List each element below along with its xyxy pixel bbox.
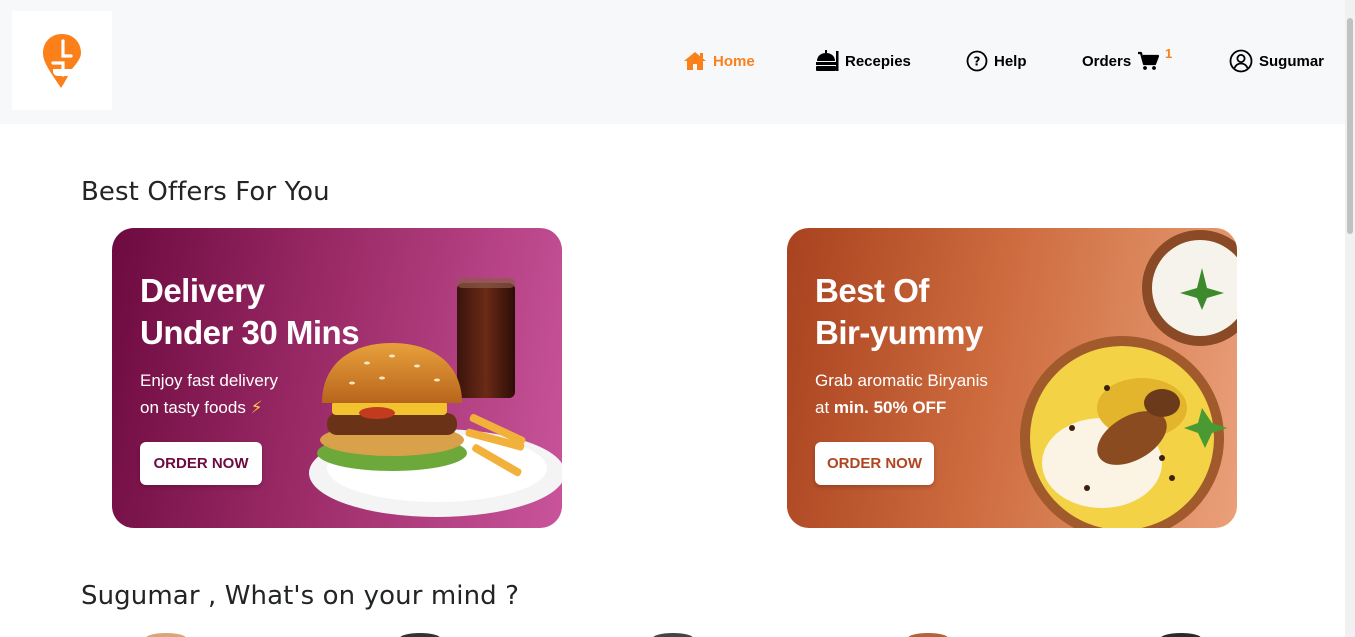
offer-1-sub-line2: on tasty foods: [140, 398, 246, 417]
offers-title: Best Offers For You: [81, 177, 330, 207]
offer-1-subtitle: Enjoy fast delivery on tasty foods ⚡: [140, 367, 278, 421]
nav-home-label: Home: [713, 52, 755, 70]
offer-1-headline-line1: Delivery: [140, 272, 265, 309]
offer-card-biryani[interactable]: Best Of Bir-yummy Grab aromatic Biryanis…: [787, 228, 1237, 528]
header: Home Recepies ? Help Orders 1 Sugumar: [0, 0, 1345, 124]
order-now-button-biryani[interactable]: ORDER NOW: [815, 442, 934, 485]
scrollbar-thumb[interactable]: [1347, 18, 1353, 234]
page: Home Recepies ? Help Orders 1 Sugumar Be…: [0, 0, 1355, 637]
biryani-and-raita-illustration: [1020, 230, 1237, 528]
offer-2-headline-line1: Best Of: [815, 272, 929, 309]
cart-icon: [1138, 51, 1160, 70]
order-now-button-delivery[interactable]: ORDER NOW: [140, 442, 262, 485]
offer-2-sub-line2-prefix: at: [815, 398, 834, 417]
nav-recipes[interactable]: Recepies: [815, 50, 911, 72]
home-icon: [684, 52, 706, 70]
offer-1-headline: Delivery Under 30 Mins: [140, 270, 360, 354]
whats-on-your-mind-title: Sugumar , What's on your mind ?: [81, 581, 520, 611]
lightning-icon: ⚡: [250, 398, 263, 417]
category-thumb[interactable]: [400, 633, 440, 637]
nav-user-label: Sugumar: [1259, 52, 1325, 70]
category-thumb[interactable]: [1161, 633, 1201, 637]
nav-recipes-label: Recepies: [845, 52, 911, 70]
vertical-scrollbar[interactable]: [1345, 0, 1355, 637]
category-thumb[interactable]: [146, 633, 186, 637]
category-thumb[interactable]: [908, 633, 948, 637]
swiggy-logo-icon: [43, 33, 81, 88]
nav-help[interactable]: ? Help: [966, 50, 1027, 72]
nav-user[interactable]: Sugumar: [1229, 49, 1325, 73]
offer-1-sub-line1: Enjoy fast delivery: [140, 371, 278, 390]
offer-2-headline-line2: Bir-yummy: [815, 314, 983, 351]
offer-2-sub-line2-bold: min. 50% OFF: [833, 398, 947, 417]
offer-2-headline: Best Of Bir-yummy: [815, 270, 983, 354]
offer-2-sub-line1: Grab aromatic Biryanis: [815, 371, 988, 390]
cart-count-badge: 1: [1165, 46, 1173, 61]
offer-card-delivery[interactable]: Delivery Under 30 Mins Enjoy fast delive…: [112, 228, 562, 528]
nav-help-label: Help: [994, 52, 1027, 70]
nav-orders[interactable]: Orders: [1082, 50, 1160, 72]
logo[interactable]: [12, 11, 112, 110]
category-thumb[interactable]: [653, 633, 693, 637]
recipes-icon: [816, 50, 839, 71]
nav-home[interactable]: Home: [683, 50, 755, 72]
svg-text:?: ?: [974, 55, 981, 69]
offer-2-subtitle: Grab aromatic Biryanis at min. 50% OFF: [815, 367, 988, 421]
offer-1-headline-line2: Under 30 Mins: [140, 314, 360, 351]
help-icon: ?: [966, 50, 988, 72]
nav-orders-label: Orders: [1082, 52, 1132, 70]
user-icon: [1229, 49, 1253, 73]
